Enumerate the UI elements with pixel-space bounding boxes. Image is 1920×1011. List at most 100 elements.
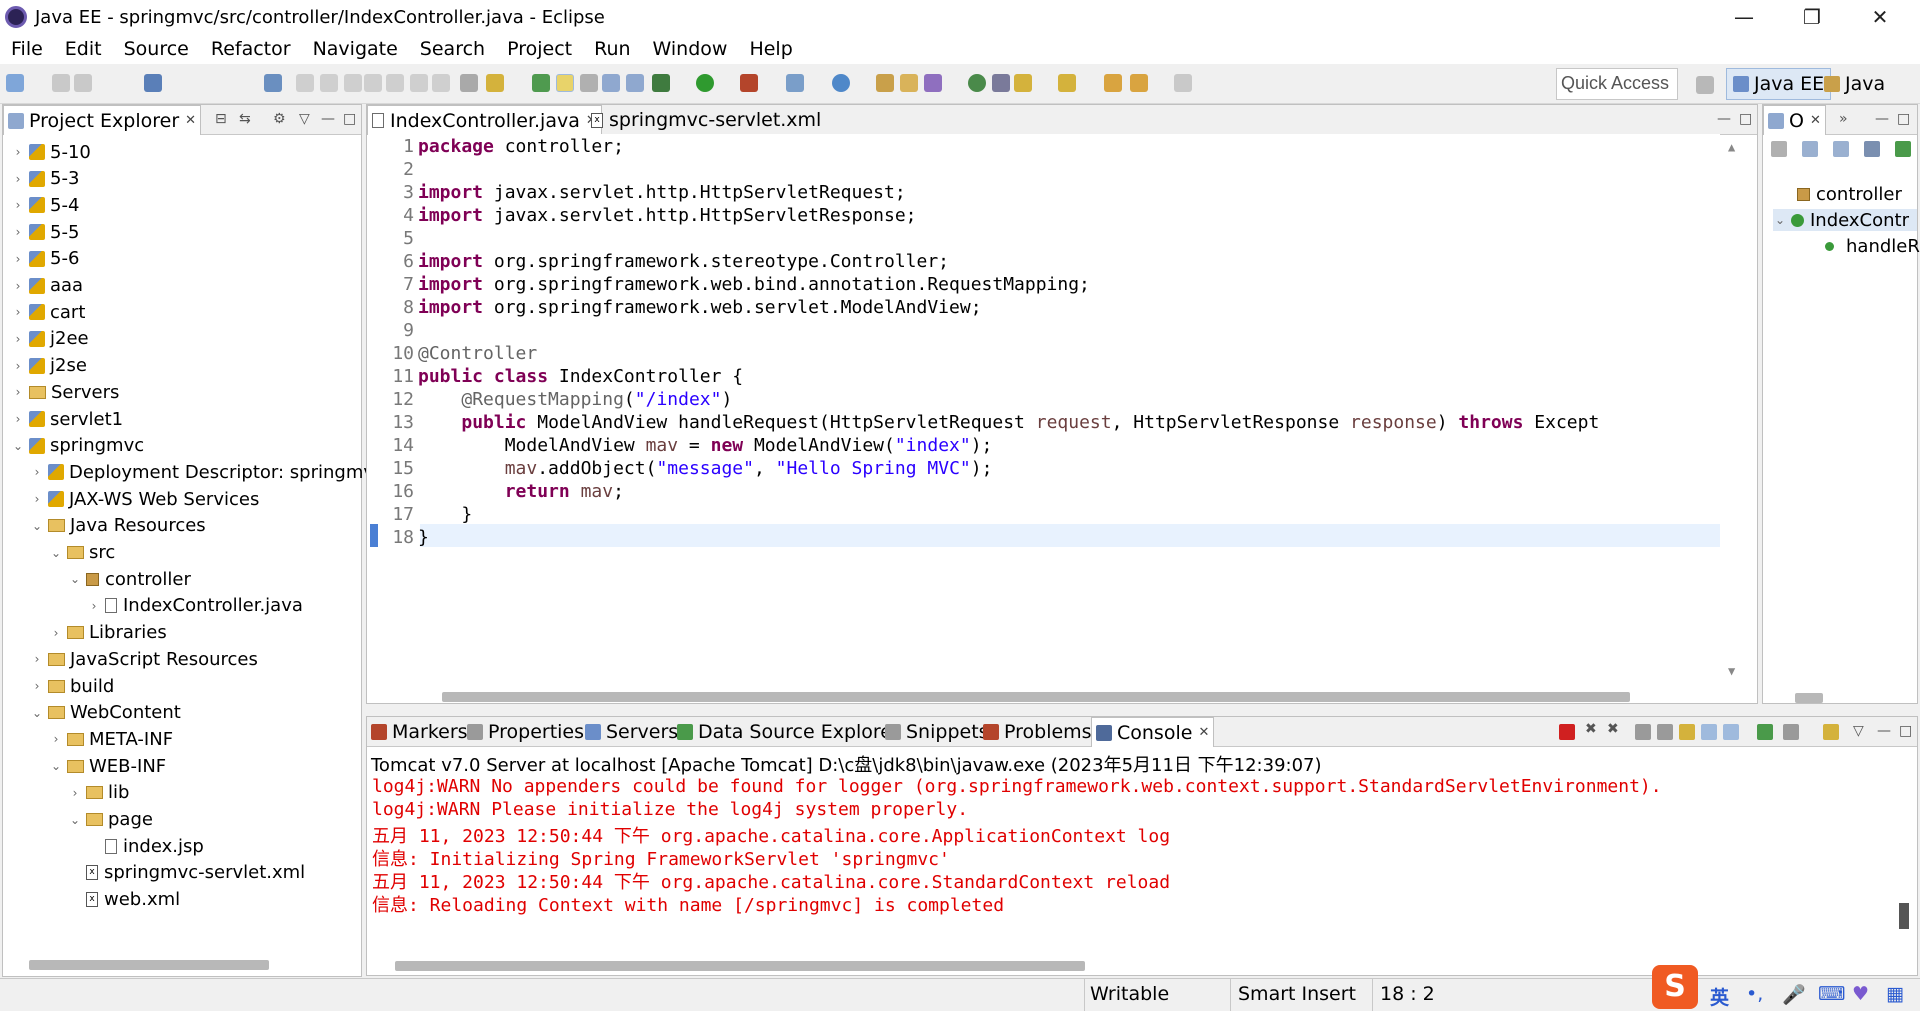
tree-item[interactable]: ⌄ WebContent bbox=[30, 702, 181, 724]
chevron-right-icon[interactable]: › bbox=[11, 172, 25, 186]
view-menu-icon[interactable]: ▽ bbox=[299, 111, 310, 127]
editor-horizontal-scrollbar[interactable] bbox=[442, 692, 1630, 702]
hide-nonpublic-icon[interactable] bbox=[1864, 141, 1880, 157]
chevron-down-icon[interactable]: ⌄ bbox=[68, 572, 82, 586]
tree-item[interactable]: › 5-6 bbox=[11, 248, 80, 270]
outline-item-class[interactable]: ⌄ IndexContr bbox=[1773, 209, 1917, 231]
ime-punctuation-icon[interactable]: •, bbox=[1746, 983, 1763, 1005]
step-over-icon[interactable] bbox=[410, 74, 428, 92]
chevron-right-icon[interactable]: › bbox=[87, 599, 101, 613]
back-icon[interactable] bbox=[1130, 74, 1148, 92]
tree-item[interactable]: › JavaScript Resources bbox=[30, 648, 258, 670]
menu-refactor[interactable]: Refactor bbox=[200, 38, 302, 60]
tree-item[interactable]: › cart bbox=[11, 301, 86, 323]
forward-icon[interactable] bbox=[1174, 74, 1192, 92]
mark-occurrences-icon[interactable] bbox=[556, 74, 574, 92]
maximize-view-icon[interactable]: □ bbox=[1899, 723, 1912, 739]
tree-item[interactable]: ⌄ WEB-INF bbox=[49, 755, 166, 777]
view-menu-icon[interactable]: ▽ bbox=[1853, 723, 1864, 739]
ime-toolbox-icon[interactable]: ▦ bbox=[1886, 983, 1904, 1005]
minimize-button[interactable]: — bbox=[1710, 0, 1778, 34]
chevron-down-icon[interactable]: ⌄ bbox=[68, 813, 82, 827]
ime-skin-icon[interactable]: ♥ bbox=[1852, 983, 1869, 1005]
resume-icon[interactable] bbox=[296, 74, 314, 92]
tab-indexcontroller-java[interactable]: IndexController.java ✕ bbox=[367, 105, 602, 135]
tab-markers[interactable]: Markers bbox=[367, 717, 472, 747]
highlight-icon[interactable] bbox=[580, 74, 598, 92]
more-views-icon[interactable]: » bbox=[1839, 111, 1848, 127]
tree-item[interactable]: › 5-4 bbox=[11, 194, 80, 216]
maximize-view-icon[interactable]: □ bbox=[343, 111, 356, 127]
open-perspective-icon[interactable] bbox=[1696, 76, 1714, 94]
tree-item[interactable]: index.jsp bbox=[87, 835, 204, 857]
microphone-icon[interactable]: 🎤 bbox=[1782, 983, 1806, 1006]
close-window-button[interactable]: ✕ bbox=[1846, 0, 1914, 34]
menu-window[interactable]: Window bbox=[642, 38, 739, 60]
close-icon[interactable]: ✕ bbox=[185, 113, 196, 128]
chevron-down-icon[interactable]: ⌄ bbox=[49, 546, 63, 560]
tab-problems[interactable]: Problems bbox=[979, 717, 1096, 747]
debug-icon[interactable] bbox=[652, 74, 670, 92]
show-whitespace-icon[interactable] bbox=[626, 74, 644, 92]
scroll-down-icon[interactable]: ▼ bbox=[1728, 664, 1735, 678]
terminate-icon[interactable] bbox=[344, 74, 362, 92]
word-wrap-icon[interactable] bbox=[1679, 724, 1695, 740]
menu-run[interactable]: Run bbox=[583, 38, 641, 60]
chevron-right-icon[interactable]: › bbox=[11, 332, 25, 346]
tree-item[interactable]: › lib bbox=[68, 782, 130, 804]
tree-item[interactable]: › Deployment Descriptor: springmvc bbox=[30, 461, 384, 483]
new-server-icon[interactable] bbox=[786, 74, 804, 92]
chevron-down-icon[interactable]: ⌄ bbox=[1773, 213, 1787, 227]
tree-item[interactable]: ⌄ src bbox=[49, 542, 115, 564]
outline-item-method[interactable]: handleR bbox=[1825, 235, 1920, 257]
tree-item[interactable]: › Servers bbox=[11, 381, 120, 403]
hide-static-icon[interactable] bbox=[1833, 141, 1849, 157]
menu-search[interactable]: Search bbox=[409, 38, 496, 60]
chevron-down-icon[interactable]: ⌄ bbox=[30, 519, 44, 533]
chevron-down-icon[interactable]: ⌄ bbox=[49, 759, 63, 773]
search-tool-icon[interactable] bbox=[924, 74, 942, 92]
chevron-right-icon[interactable]: › bbox=[30, 652, 44, 666]
chevron-right-icon[interactable]: › bbox=[30, 679, 44, 693]
step-into-icon[interactable] bbox=[386, 74, 404, 92]
show-on-stderr-icon[interactable] bbox=[1723, 724, 1739, 740]
minimize-view-icon[interactable]: — bbox=[1877, 723, 1891, 739]
run-external-tool-icon[interactable] bbox=[740, 74, 758, 92]
new-java-project-icon[interactable] bbox=[832, 74, 850, 92]
maximize-view-icon[interactable]: □ bbox=[1739, 111, 1752, 127]
open-console-icon[interactable] bbox=[1823, 724, 1839, 740]
chevron-right-icon[interactable]: › bbox=[30, 465, 44, 479]
collapse-all-icon[interactable]: ⊟ bbox=[215, 111, 227, 127]
chevron-right-icon[interactable]: › bbox=[11, 198, 25, 212]
tab-snippets[interactable]: Snippets bbox=[881, 717, 993, 747]
tab-outline[interactable]: O ✕ bbox=[1763, 105, 1826, 135]
menu-file[interactable]: File bbox=[0, 38, 54, 60]
use-step-filters-icon[interactable] bbox=[486, 74, 504, 92]
save-icon[interactable] bbox=[52, 74, 70, 92]
chevron-right-icon[interactable]: › bbox=[11, 412, 25, 426]
menu-project[interactable]: Project bbox=[496, 38, 583, 60]
tree-item[interactable]: x springmvc-servlet.xml bbox=[68, 862, 305, 884]
tree-item[interactable]: ⌄ springmvc bbox=[11, 435, 144, 457]
menu-source[interactable]: Source bbox=[113, 38, 200, 60]
tree-item[interactable]: ⌄ page bbox=[68, 809, 153, 831]
chevron-right-icon[interactable]: › bbox=[11, 225, 25, 239]
close-icon[interactable]: ✕ bbox=[1198, 725, 1209, 740]
open-task-icon[interactable] bbox=[876, 74, 894, 92]
tree-item[interactable]: › servlet1 bbox=[11, 408, 124, 430]
step-return-icon[interactable] bbox=[432, 74, 450, 92]
minimize-view-icon[interactable]: — bbox=[321, 111, 335, 127]
chevron-right-icon[interactable]: › bbox=[30, 492, 44, 506]
display-console-icon[interactable] bbox=[1783, 724, 1799, 740]
menu-navigate[interactable]: Navigate bbox=[302, 38, 409, 60]
filter-icon[interactable]: ⚙ bbox=[273, 111, 286, 127]
link-editor-icon[interactable]: ⇆ bbox=[239, 111, 251, 127]
tab-console[interactable]: Console ✕ bbox=[1091, 717, 1215, 747]
new-icon[interactable] bbox=[6, 74, 24, 92]
scroll-up-icon[interactable]: ▲ bbox=[1728, 140, 1735, 154]
tree-item[interactable]: ⌄ Java Resources bbox=[30, 515, 206, 537]
show-on-stdout-icon[interactable] bbox=[1701, 724, 1717, 740]
sort-icon[interactable] bbox=[1771, 141, 1787, 157]
disconnect-icon[interactable] bbox=[364, 74, 382, 92]
chevron-right-icon[interactable]: › bbox=[68, 786, 82, 800]
